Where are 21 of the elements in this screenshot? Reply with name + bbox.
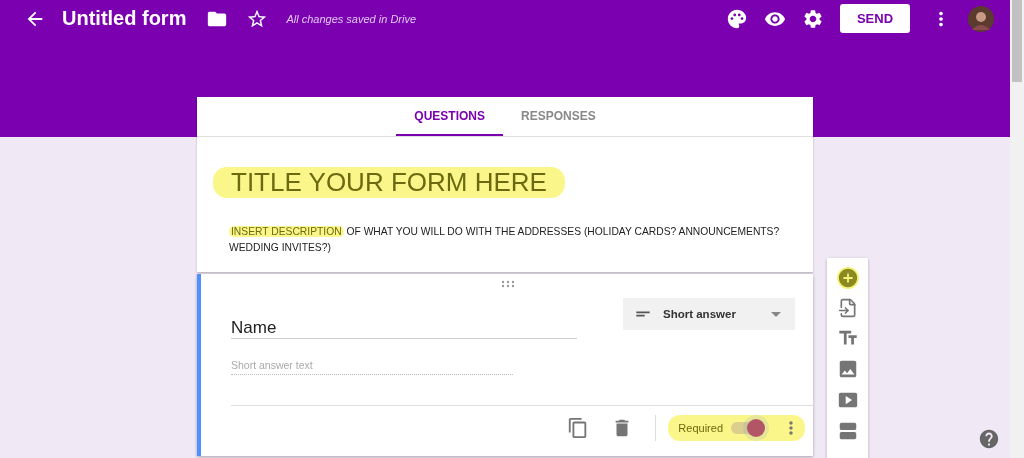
send-button[interactable]: SEND: [840, 4, 910, 33]
question-title-field[interactable]: Name: [231, 306, 577, 339]
tab[interactable]: RESPONSES: [503, 97, 614, 136]
form-heading[interactable]: TITLE YOUR FORM HERE: [213, 167, 565, 198]
help-icon[interactable]: [978, 428, 1000, 450]
form-description[interactable]: INSERT DESCRIPTION OF WHAT YOU WILL DO WITH THE ADDRESSES (HOLIDAY CARDS? ANNOUNCEMENTS? WEDDING INVITES?): [229, 224, 805, 256]
save-status: All changes saved in Drive: [286, 12, 417, 25]
required-label: Required: [678, 422, 723, 434]
scrollbar[interactable]: [1010, 0, 1024, 458]
import-icon[interactable]: [837, 298, 858, 318]
question-type-dropdown[interactable]: Short answer: [623, 298, 795, 330]
tab[interactable]: QUESTIONS: [396, 97, 503, 136]
add-question-icon[interactable]: [836, 267, 859, 289]
caret-icon: [771, 311, 781, 317]
required-switch[interactable]: [731, 419, 765, 437]
answer-field[interactable]: Short answer text: [231, 353, 513, 375]
drag-handle-icon[interactable]: [501, 280, 515, 288]
form-title[interactable]: Untitled form: [62, 7, 187, 30]
settings-icon[interactable]: [802, 7, 824, 30]
palette-icon[interactable]: [726, 7, 748, 30]
avatar[interactable]: [968, 5, 994, 32]
